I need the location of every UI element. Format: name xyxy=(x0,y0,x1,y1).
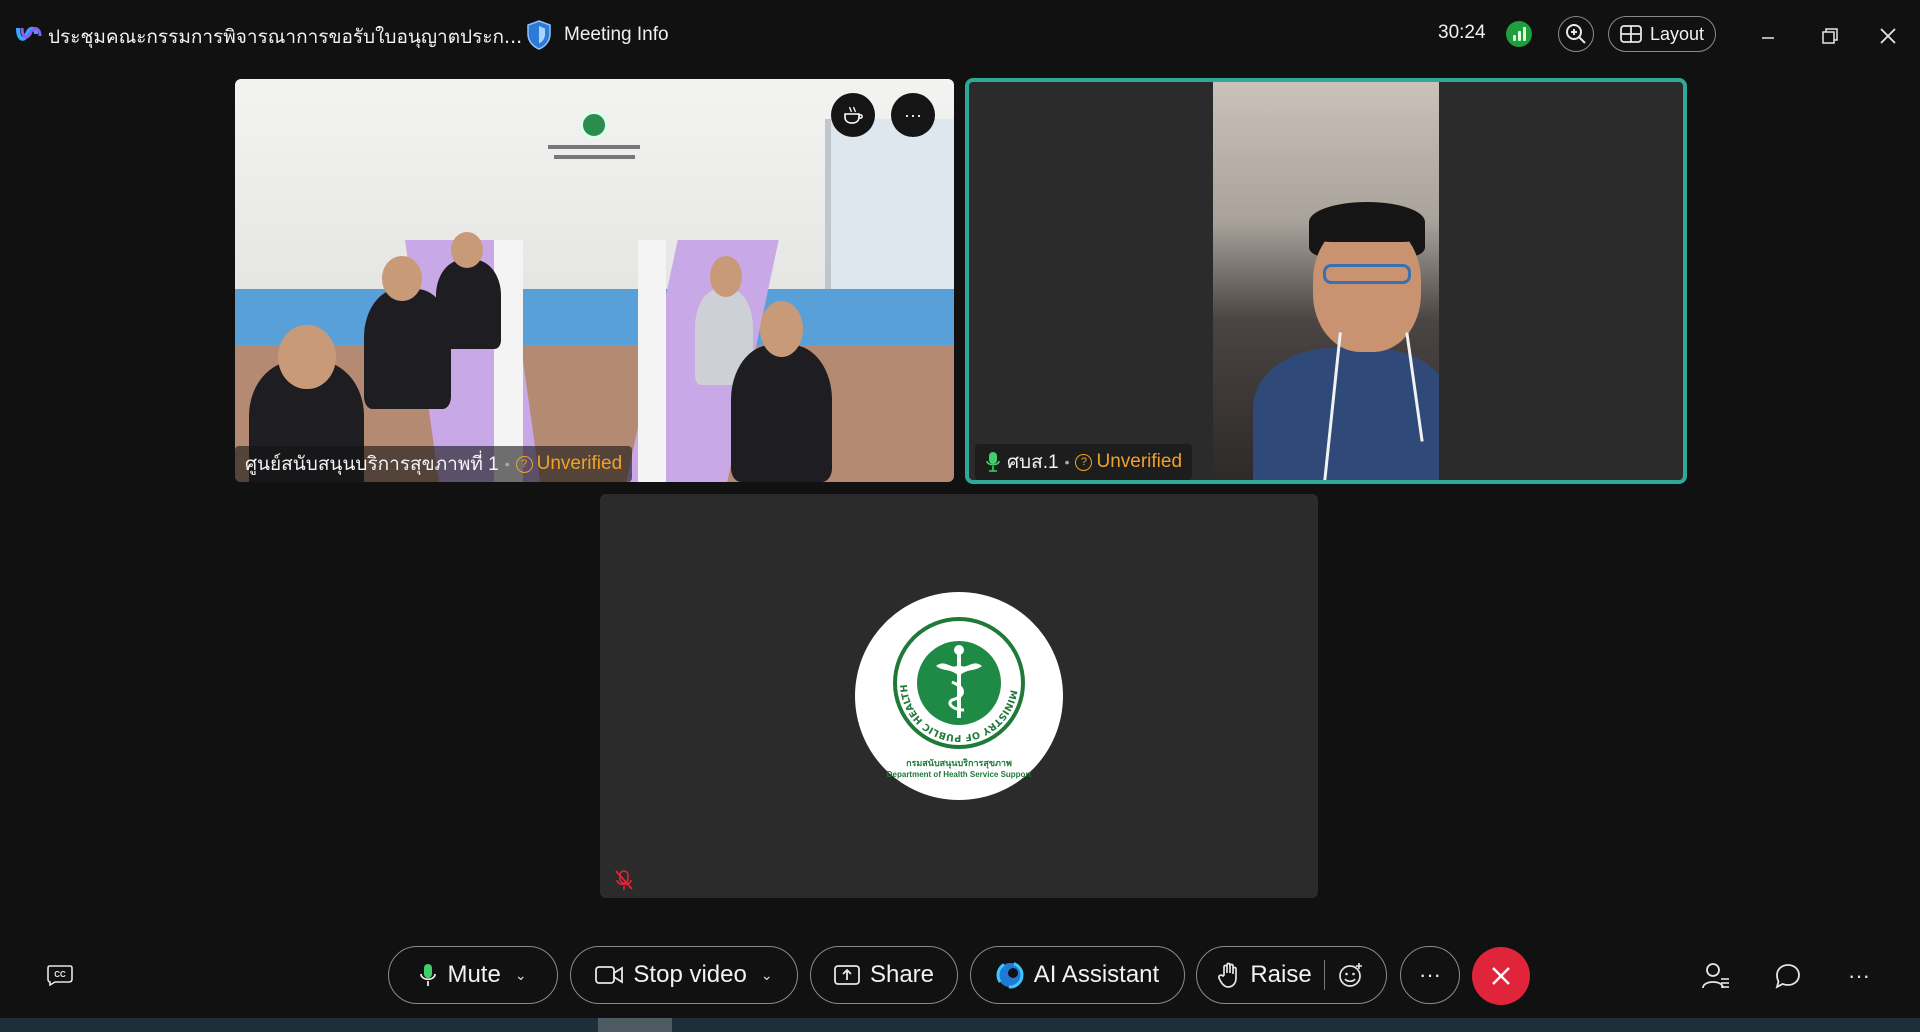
layout-button[interactable]: Layout xyxy=(1608,16,1716,52)
chevron-down-icon[interactable]: ⌄ xyxy=(515,967,527,984)
shield-icon xyxy=(527,20,551,50)
magnifier-plus-icon xyxy=(1566,24,1586,44)
ai-assistant-button[interactable]: AI Assistant xyxy=(970,946,1185,1004)
unverified-badge: ? Unverified xyxy=(515,453,623,475)
meeting-info-button[interactable]: Meeting Info xyxy=(526,18,669,52)
wall-sign xyxy=(537,111,652,192)
logo-caption-english: Department of Health Service Support xyxy=(886,769,1032,779)
video-tile-active-speaker[interactable]: ศบส.1 • ? Unverified xyxy=(965,78,1687,484)
mute-label: Mute xyxy=(447,961,501,988)
separator-dot: • xyxy=(504,456,510,472)
close-icon xyxy=(1492,967,1510,985)
speaker-video-feed xyxy=(1213,82,1439,480)
question-circle-icon: ? xyxy=(1075,453,1093,471)
ministry-seal-icon: MINISTRY OF PUBLIC HEALTH xyxy=(893,616,1025,749)
participants-button[interactable] xyxy=(1700,960,1732,992)
participant-name-tag: ศบส.1 • ? Unverified xyxy=(975,444,1193,480)
raise-hand-icon xyxy=(1218,962,1238,988)
meeting-info-label: Meeting Info xyxy=(564,24,669,45)
webex-logo-icon xyxy=(16,26,42,41)
closed-captions-icon[interactable]: CC xyxy=(46,964,74,986)
zoom-button[interactable] xyxy=(1558,16,1594,52)
unverified-label: Unverified xyxy=(536,453,623,474)
participant-name: ศบส.1 xyxy=(1007,452,1059,473)
participant-name: ศูนย์สนับสนุนบริการสุขภาพที่ 1 xyxy=(245,454,499,475)
ellipsis-icon: ··· xyxy=(1419,962,1441,987)
title-bar: ประชุมคณะกรรมการพิจารณาการขอรับใบอนุญาตป… xyxy=(0,0,1920,70)
emoji-reaction-icon[interactable] xyxy=(1337,961,1365,989)
panel-more-button[interactable]: ··· xyxy=(1843,960,1875,992)
meeting-title: ประชุมคณะกรรมการพิจารณาการขอรับใบอนุญาตป… xyxy=(48,26,523,48)
leave-meeting-button[interactable] xyxy=(1472,947,1530,1005)
logo-caption-thai: กรมสนับสนุนบริการสุขภาพ xyxy=(906,758,1012,769)
question-circle-icon: ? xyxy=(515,455,533,473)
raise-hand-button[interactable]: Raise xyxy=(1196,946,1387,1004)
room-video-feed xyxy=(235,79,954,482)
participants-icon xyxy=(1702,963,1729,989)
network-signal-icon[interactable] xyxy=(1506,21,1532,47)
video-camera-icon xyxy=(595,966,624,984)
microphone-active-icon xyxy=(986,452,1000,472)
coffee-cup-icon xyxy=(844,106,863,124)
layout-label: Layout xyxy=(1649,23,1705,44)
video-tile-room[interactable]: ··· ศูนย์สนับสนุนบริการสุขภาพที่ 1 • ? U… xyxy=(235,79,954,482)
stop-video-label: Stop video xyxy=(633,961,747,988)
chat-bubble-icon xyxy=(1775,964,1800,989)
chevron-down-icon[interactable]: ⌄ xyxy=(761,967,773,984)
more-options-button[interactable]: ··· xyxy=(1400,946,1460,1004)
stop-video-button[interactable]: Stop video ⌄ xyxy=(570,946,798,1004)
separator-dot: • xyxy=(1064,454,1070,470)
button-divider xyxy=(1323,960,1325,990)
coffee-break-button[interactable] xyxy=(831,93,875,137)
raise-label: Raise xyxy=(1250,961,1312,988)
restore-button[interactable] xyxy=(1812,18,1848,54)
participant-avatar: MINISTRY OF PUBLIC HEALTH กรมสนับสนุนบริ… xyxy=(855,592,1063,800)
ellipsis-icon: ··· xyxy=(904,104,922,125)
unverified-badge: ? Unverified xyxy=(1075,451,1182,473)
close-icon xyxy=(1880,28,1896,44)
participant-name-tag: ศูนย์สนับสนุนบริการสุขภาพที่ 1 • ? Unver… xyxy=(235,446,633,482)
share-label: Share xyxy=(869,961,935,988)
video-tile-avatar[interactable]: MINISTRY OF PUBLIC HEALTH กรมสนับสนุนบริ… xyxy=(600,494,1318,898)
share-screen-icon xyxy=(834,965,860,985)
restore-icon xyxy=(1822,28,1838,44)
layout-grid-icon xyxy=(1620,25,1642,43)
tile-more-options-button[interactable]: ··· xyxy=(891,93,935,137)
share-button[interactable]: Share xyxy=(810,946,958,1004)
chat-button[interactable] xyxy=(1772,960,1804,992)
minimize-button[interactable] xyxy=(1750,18,1786,54)
ai-assistant-icon xyxy=(996,961,1024,989)
os-taskbar xyxy=(0,1018,1920,1032)
ellipsis-icon: ··· xyxy=(1848,963,1870,988)
close-window-button[interactable] xyxy=(1870,18,1906,54)
minimize-icon xyxy=(1762,37,1774,39)
meeting-timer: 30:24 xyxy=(1438,22,1486,43)
svg-text:CC: CC xyxy=(54,970,66,979)
unverified-label: Unverified xyxy=(1096,451,1183,472)
microphone-muted-icon xyxy=(615,870,633,890)
microphone-icon xyxy=(420,964,437,986)
mute-button[interactable]: Mute ⌄ xyxy=(388,946,558,1004)
taskbar-active-app[interactable] xyxy=(598,1018,672,1032)
ai-assistant-label: AI Assistant xyxy=(1033,961,1160,988)
